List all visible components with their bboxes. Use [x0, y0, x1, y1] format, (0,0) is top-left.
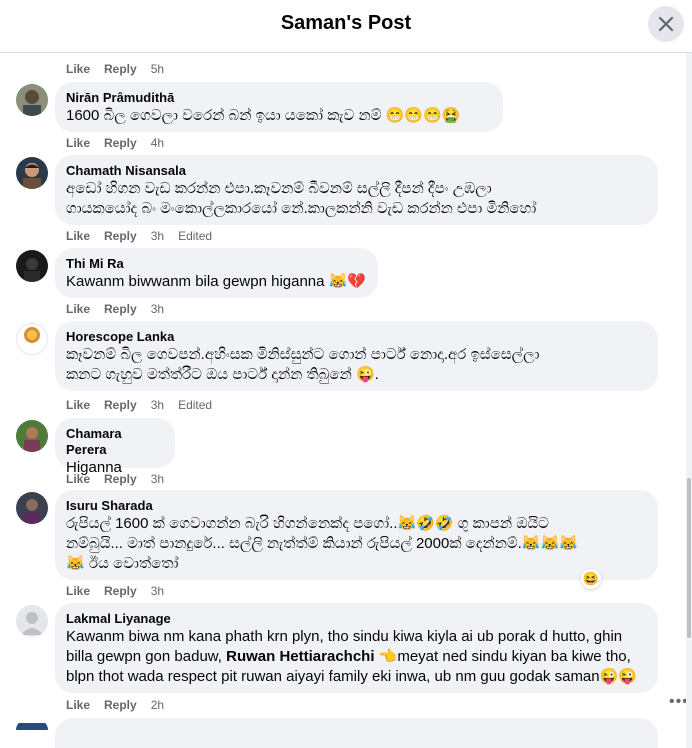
- like-button[interactable]: Like: [66, 472, 90, 486]
- avatar[interactable]: [16, 420, 48, 452]
- comment-text: කෑවනම් බිල ගෙවපන්.අහිංසක මිනිස්සුන්ට ගොන…: [66, 346, 540, 383]
- mention-link[interactable]: Ruwan Hettiarachchi: [226, 648, 374, 665]
- avatar[interactable]: [16, 605, 48, 637]
- comment-actions: Like Reply 3h: [66, 472, 178, 486]
- scrollbar-thumb[interactable]: [687, 478, 691, 638]
- close-button[interactable]: [648, 6, 684, 42]
- comment-bubble: Horescope Lanka කෑවනම් බිල ගෙවපන්.අහිංසක…: [55, 321, 658, 391]
- avatar[interactable]: [16, 492, 48, 524]
- comments-list: Like Reply 5h Nirān Prâmudithā 1600 බිල …: [0, 53, 686, 748]
- scrollbar[interactable]: [686, 53, 692, 748]
- comment-time[interactable]: 2h: [151, 698, 164, 712]
- reply-button[interactable]: Reply: [104, 136, 137, 150]
- more-options-icon[interactable]: •••: [669, 693, 686, 711]
- comment-time[interactable]: 3h: [151, 229, 164, 243]
- comment-time[interactable]: 3h: [151, 472, 164, 486]
- reply-button[interactable]: Reply: [104, 229, 137, 243]
- like-button[interactable]: Like: [66, 584, 90, 598]
- reply-button[interactable]: Reply: [104, 472, 137, 486]
- close-icon: [658, 16, 674, 32]
- comment-author[interactable]: Horescope Lanka: [66, 329, 646, 345]
- comment-time[interactable]: 3h: [151, 584, 164, 598]
- reply-button[interactable]: Reply: [104, 398, 137, 412]
- comment-actions: Like Reply 3h: [66, 302, 178, 316]
- avatar[interactable]: [16, 157, 48, 189]
- comment-bubble: Chamath Nisansala අඩෝ හිගන වැඩ කරන්න එපා…: [55, 155, 658, 225]
- comment-author[interactable]: Thi Mi Ra: [66, 256, 366, 272]
- like-button[interactable]: Like: [66, 302, 90, 316]
- comment-bubble: [55, 718, 658, 748]
- like-button[interactable]: Like: [66, 229, 90, 243]
- comment-text: Kawanm biwwanm bila gewpn higanna 😹💔: [66, 273, 367, 290]
- comment-bubble: Lakmal Liyanage Kawanm biwa nm kana phat…: [55, 603, 658, 693]
- comment-bubble: Nirān Prâmudithā 1600 බිල ගෙවලා වරෙන් බන…: [55, 82, 503, 132]
- comment-actions: Like Reply 3h Edited: [66, 398, 226, 412]
- comment-time[interactable]: 3h: [151, 302, 164, 316]
- like-button[interactable]: Like: [66, 62, 90, 76]
- page-title: Saman's Post: [280, 12, 412, 34]
- comment-time[interactable]: 4h: [151, 136, 164, 150]
- comment-actions: Like Reply 5h: [66, 62, 178, 76]
- edited-label: Edited: [178, 229, 213, 243]
- reply-button[interactable]: Reply: [104, 698, 137, 712]
- comment-author[interactable]: Chamara Perera: [66, 426, 163, 458]
- comment-author[interactable]: Lakmal Liyanage: [66, 611, 646, 627]
- avatar[interactable]: [16, 720, 48, 730]
- comment-time[interactable]: 5h: [151, 62, 164, 76]
- comment-time[interactable]: 3h: [151, 398, 164, 412]
- reaction-badge[interactable]: 😆: [581, 569, 601, 589]
- avatar[interactable]: [16, 250, 48, 282]
- comment-actions: Like Reply 2h: [66, 698, 178, 712]
- edited-label: Edited: [178, 398, 213, 412]
- reply-button[interactable]: Reply: [104, 584, 137, 598]
- comment-text: අඩෝ හිගන වැඩ කරන්න එපා.කෑවනම් බීවනම් සල්…: [66, 180, 537, 217]
- comment-bubble: Thi Mi Ra Kawanm biwwanm bila gewpn higa…: [55, 248, 378, 298]
- comment-actions: Like Reply 3h: [66, 584, 178, 598]
- reply-button[interactable]: Reply: [104, 62, 137, 76]
- like-button[interactable]: Like: [66, 136, 90, 150]
- comment-author[interactable]: Isuru Sharada: [66, 498, 646, 514]
- comment-actions: Like Reply 4h: [66, 136, 178, 150]
- comment-text: Kawanm biwa nm kana phath krn plyn, tho …: [66, 628, 637, 685]
- avatar[interactable]: [16, 84, 48, 116]
- like-button[interactable]: Like: [66, 698, 90, 712]
- avatar[interactable]: [16, 323, 48, 355]
- comment-actions: Like Reply 3h Edited: [66, 229, 226, 243]
- comment-bubble: Chamara Perera Higanna: [55, 418, 175, 476]
- comment-author[interactable]: Nirān Prâmudithā: [66, 90, 491, 106]
- dialog-header: Saman's Post: [0, 0, 692, 53]
- comment-author[interactable]: Chamath Nisansala: [66, 163, 646, 179]
- like-button[interactable]: Like: [66, 398, 90, 412]
- comment-bubble: Isuru Sharada රුපියල් 1600 ක් ගෙවාගන්න බ…: [55, 490, 658, 580]
- comment-text: 1600 බිල ගෙවලා වරෙන් බන් ඉයා යකෝ කැව නම්…: [66, 107, 461, 124]
- reply-button[interactable]: Reply: [104, 302, 137, 316]
- comment-text: රුපියල් 1600 ක් ගෙවාගන්න බැරි හිගන්නෙක්ද…: [66, 515, 578, 572]
